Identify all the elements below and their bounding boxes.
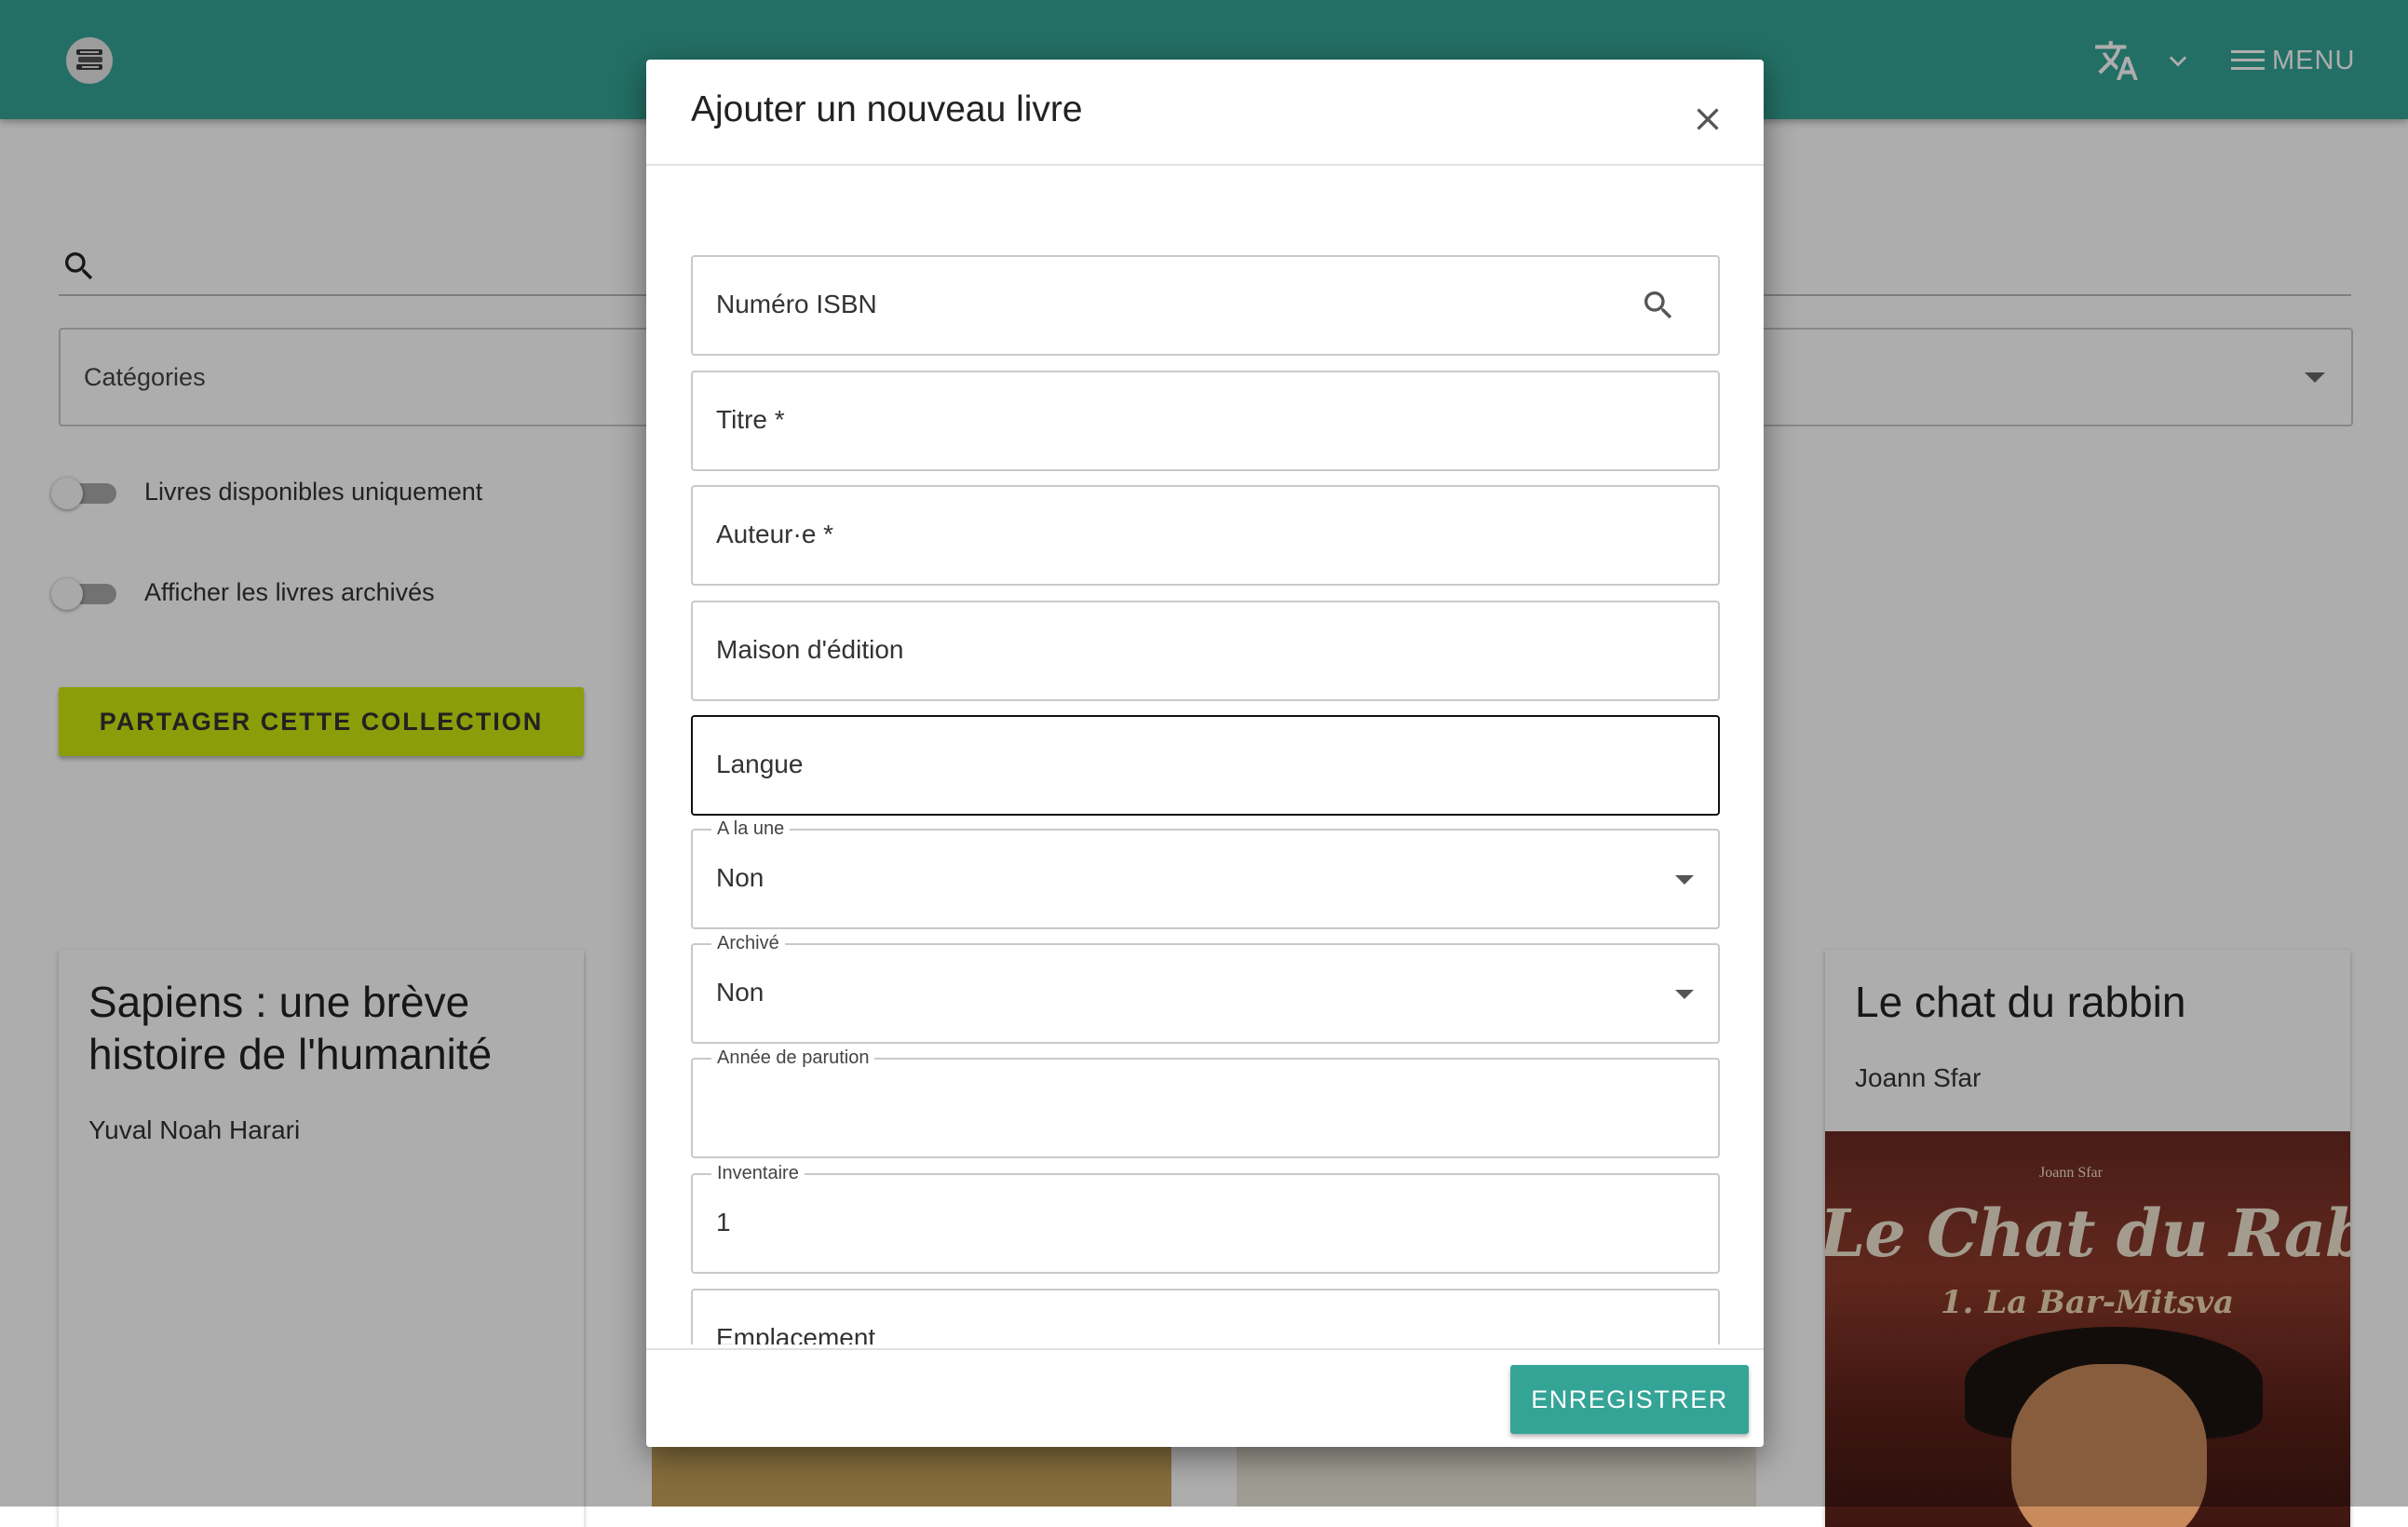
dialog-title: Ajouter un nouveau livre: [691, 89, 1083, 129]
archived-select[interactable]: Archivé Non: [691, 932, 1720, 1044]
location-placeholder: Emplacement: [716, 1323, 876, 1345]
featured-label: A la une: [711, 818, 791, 840]
location-field[interactable]: Emplacement: [691, 1289, 1720, 1345]
publisher-field[interactable]: Maison d'édition: [691, 601, 1720, 701]
title-field[interactable]: Titre *: [691, 371, 1720, 471]
featured-select[interactable]: A la une Non: [691, 818, 1720, 929]
author-placeholder: Auteur·e *: [716, 520, 834, 548]
inventory-field[interactable]: Inventaire 1: [691, 1162, 1720, 1274]
inventory-value: 1: [716, 1208, 731, 1236]
isbn-field[interactable]: Numéro ISBN: [691, 255, 1720, 356]
publisher-placeholder: Maison d'édition: [716, 635, 904, 664]
featured-value: Non: [716, 863, 764, 892]
dropdown-arrow-icon: [1675, 875, 1694, 885]
publication-year-label: Année de parution: [711, 1047, 875, 1069]
title-placeholder: Titre *: [716, 405, 785, 434]
language-field[interactable]: Langue: [691, 715, 1720, 816]
inventory-label: Inventaire: [711, 1162, 805, 1184]
archived-value: Non: [716, 978, 764, 1007]
isbn-search-icon[interactable]: [1640, 287, 1677, 324]
author-field[interactable]: Auteur·e *: [691, 485, 1720, 586]
dialog-footer: ENREGISTRER: [646, 1348, 1764, 1447]
archived-label: Archivé: [711, 932, 785, 954]
close-icon[interactable]: [1689, 101, 1726, 138]
add-book-dialog: Ajouter un nouveau livre Numéro ISBN Tit…: [646, 60, 1764, 1447]
isbn-placeholder: Numéro ISBN: [716, 290, 877, 318]
dialog-header: Ajouter un nouveau livre: [646, 60, 1764, 166]
language-placeholder: Langue: [716, 750, 804, 778]
dropdown-arrow-icon: [1675, 990, 1694, 999]
publication-year-field[interactable]: Année de parution: [691, 1047, 1720, 1158]
dialog-form: Numéro ISBN Titre * Auteur·e * Maison d'…: [646, 166, 1764, 1345]
save-button[interactable]: ENREGISTRER: [1510, 1365, 1749, 1434]
